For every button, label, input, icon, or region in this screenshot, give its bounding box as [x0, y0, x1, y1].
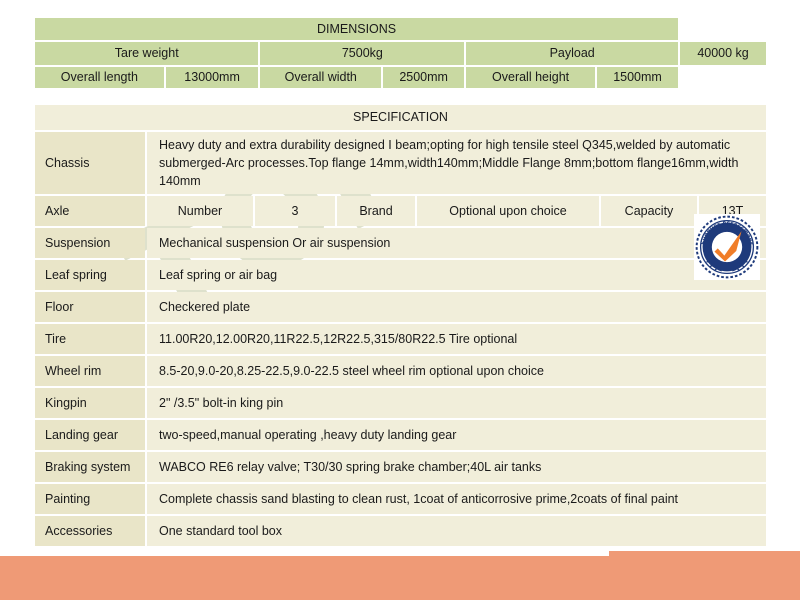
row-value-floor: Checkered plate [147, 292, 766, 323]
axle-brand-value: Optional upon choice [417, 196, 599, 227]
row-label-tire: Tire [35, 324, 145, 355]
row-label-chassis: Chassis [35, 132, 145, 195]
row-value-leaf-spring: Leaf spring or air bag [147, 260, 766, 291]
specification-table: SPECIFICATION Chassis Heavy duty and ext… [33, 103, 768, 548]
table-row: Axle Number 3 Brand Optional upon choice… [35, 196, 766, 227]
row-label-kingpin: Kingpin [35, 388, 145, 419]
row-value-landing-gear: two-speed,manual operating ,heavy duty l… [147, 420, 766, 451]
row-value-tire: 11.00R20,12.00R20,11R22.5,12R22.5,315/80… [147, 324, 766, 355]
row-label-braking-system: Braking system [35, 452, 145, 483]
footer-bar [0, 556, 800, 600]
row-value-kingpin: 2" /3.5" bolt-in king pin [147, 388, 766, 419]
row-value-painting: Complete chassis sand blasting to clean … [147, 484, 766, 515]
table-row: Braking system WABCO RE6 relay valve; T3… [35, 452, 766, 483]
row-label-painting: Painting [35, 484, 145, 515]
specification-title: SPECIFICATION [35, 105, 766, 130]
table-row: Floor Checkered plate [35, 292, 766, 323]
dimensions-title: DIMENSIONS [35, 18, 679, 40]
supplier-assessment-seal-icon: Supplier Assessment [695, 215, 759, 279]
table-row: Tare weight 7500kg Payload 40000 kg [35, 42, 766, 65]
overall-width-value: 2500mm [383, 67, 465, 88]
row-label-axle: Axle [35, 196, 145, 227]
payload-label: Payload [466, 42, 679, 65]
row-label-suspension: Suspension [35, 228, 145, 259]
axle-number-value: 3 [255, 196, 335, 227]
axle-brand-label: Brand [337, 196, 415, 227]
tare-weight-label: Tare weight [35, 42, 259, 65]
table-row: Overall length 13000mm Overall width 250… [35, 67, 766, 88]
overall-length-label: Overall length [35, 67, 164, 88]
row-value-accessories: One standard tool box [147, 516, 766, 547]
axle-capacity-label: Capacity [601, 196, 697, 227]
table-row: Suspension Mechanical suspension Or air … [35, 228, 766, 259]
table-row: Accessories One standard tool box [35, 516, 766, 547]
dimensions-table: DIMENSIONS Tare weight 7500kg Payload 40… [33, 16, 768, 90]
table-row: Painting Complete chassis sand blasting … [35, 484, 766, 515]
payload-value: 40000 kg [680, 42, 766, 65]
table-row: Chassis Heavy duty and extra durability … [35, 132, 766, 195]
table-row: DIMENSIONS [35, 18, 766, 40]
row-value-wheel-rim: 8.5-20,9.0-20,8.25-22.5,9.0-22.5 steel w… [147, 356, 766, 387]
overall-height-label: Overall height [466, 67, 595, 88]
overall-height-value: 1500mm [596, 67, 679, 88]
axle-number-label: Number [147, 196, 253, 227]
row-label-accessories: Accessories [35, 516, 145, 547]
row-value-braking-system: WABCO RE6 relay valve; T30/30 spring bra… [147, 452, 766, 483]
row-label-landing-gear: Landing gear [35, 420, 145, 451]
table-row: Wheel rim 8.5-20,9.0-20,8.25-22.5,9.0-22… [35, 356, 766, 387]
table-row: Landing gear two-speed,manual operating … [35, 420, 766, 451]
table-row: SPECIFICATION [35, 105, 766, 130]
tare-weight-value: 7500kg [260, 42, 465, 65]
row-label-floor: Floor [35, 292, 145, 323]
row-value-suspension: Mechanical suspension Or air suspension [147, 228, 766, 259]
overall-width-label: Overall width [260, 67, 382, 88]
footer-accent-notch [609, 551, 800, 559]
table-row: Leaf spring Leaf spring or air bag [35, 260, 766, 291]
overall-length-value: 13000mm [165, 67, 259, 88]
supplier-assessment-badge: Supplier Assessment [694, 214, 760, 280]
row-label-wheel-rim: Wheel rim [35, 356, 145, 387]
row-label-leaf-spring: Leaf spring [35, 260, 145, 291]
table-row: Kingpin 2" /3.5" bolt-in king pin [35, 388, 766, 419]
row-value-chassis: Heavy duty and extra durability designed… [147, 132, 766, 195]
table-row: Tire 11.00R20,12.00R20,11R22.5,12R22.5,3… [35, 324, 766, 355]
